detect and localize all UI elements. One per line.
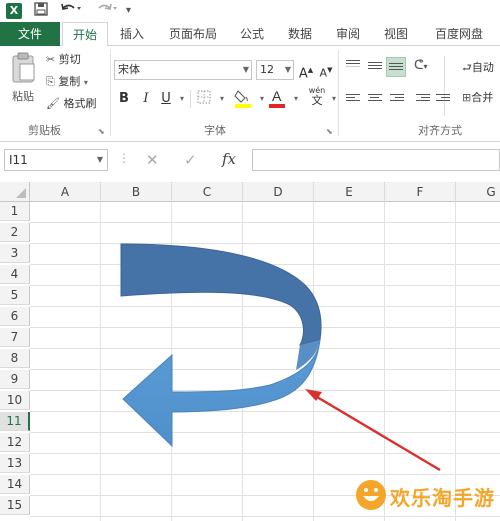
red-annotation-arrow <box>305 389 441 472</box>
watermark-logo-icon <box>356 480 386 510</box>
curved-arrow-front-face <box>122 339 321 448</box>
watermark: 欢乐淘手游 <box>352 474 500 518</box>
curved-arrow-shape[interactable] <box>120 243 322 448</box>
curved-arrow-back-face <box>120 243 322 346</box>
watermark-text: 欢乐淘手游 <box>390 486 495 510</box>
shape-layer <box>120 243 441 472</box>
